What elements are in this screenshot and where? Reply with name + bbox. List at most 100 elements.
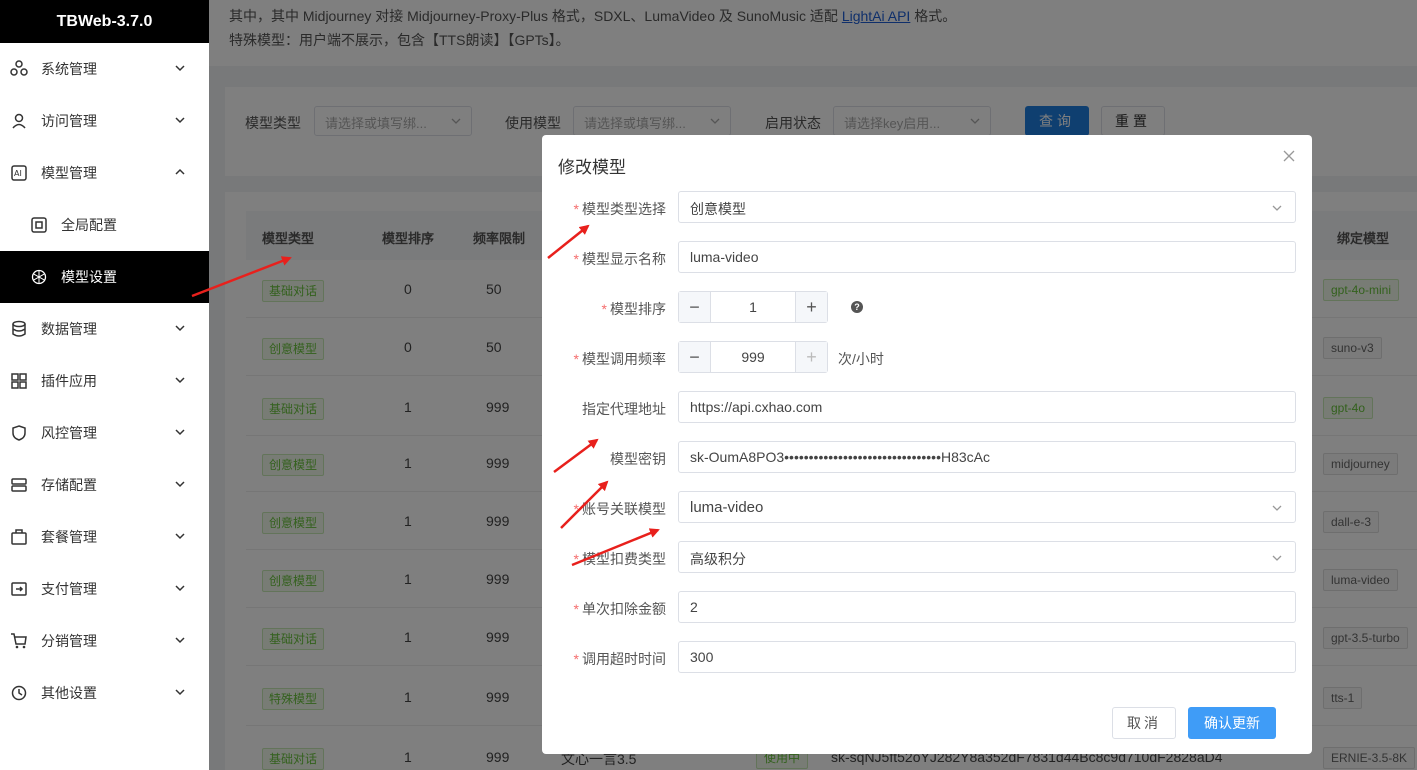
label-text: 单次扣除金额 xyxy=(582,601,666,617)
sidebar-item-label: 访问管理 xyxy=(41,113,97,129)
field-order: * 模型排序 − 1 + ? xyxy=(542,291,1312,323)
chevron-down-icon xyxy=(175,637,185,644)
label-text: 模型排序 xyxy=(610,301,666,317)
decrement-button[interactable]: − xyxy=(679,292,711,322)
sidebar-item-label: 模型设置 xyxy=(61,269,117,285)
user-icon xyxy=(10,112,28,130)
billing-type-dropdown[interactable]: 高级积分 xyxy=(678,541,1296,573)
frequency-stepper[interactable]: − 999 + xyxy=(678,341,828,373)
field-proxy: 指定代理地址 https://api.cxhao.com xyxy=(542,391,1312,423)
chevron-down-icon xyxy=(1272,505,1282,511)
label-text: 调用超时时间 xyxy=(582,651,666,667)
sidebar-item-label: 模型管理 xyxy=(41,165,97,181)
sidebar-item-packages[interactable]: 套餐管理 xyxy=(0,511,209,563)
storage-icon xyxy=(10,476,28,494)
dropdown-value: 创意模型 xyxy=(690,201,746,217)
chevron-down-icon xyxy=(175,481,185,488)
sidebar-item-model-settings[interactable]: 模型设置 xyxy=(0,251,209,303)
package-icon xyxy=(10,528,28,546)
field-label: * 模型类型选择 xyxy=(573,201,666,217)
app-brand: TBWeb-3.7.0 xyxy=(0,0,209,43)
sidebar-item-access[interactable]: 访问管理 xyxy=(0,95,209,147)
field-label: * 模型扣费类型 xyxy=(573,551,666,567)
label-text: 模型显示名称 xyxy=(582,251,666,267)
field-model-type: * 模型类型选择 创意模型 xyxy=(542,191,1312,223)
sidebar-item-label: 全局配置 xyxy=(61,217,117,233)
chevron-down-icon xyxy=(1272,205,1282,211)
cancel-button[interactable]: 取消 xyxy=(1112,707,1176,739)
increment-button[interactable]: + xyxy=(795,342,827,372)
field-label: * 调用超时时间 xyxy=(573,651,666,667)
field-account-model: * 账号关联模型 luma-video xyxy=(542,491,1312,523)
sidebar-item-label: 支付管理 xyxy=(41,581,97,597)
shield-icon xyxy=(10,424,28,442)
label-text: 账号关联模型 xyxy=(582,501,666,517)
dropdown-value: luma-video xyxy=(690,499,764,516)
field-label: * 模型调用频率 xyxy=(573,351,666,367)
chevron-down-icon xyxy=(175,325,185,332)
chevron-down-icon xyxy=(175,117,185,124)
chevron-down-icon xyxy=(175,377,185,384)
sidebar-item-distribution[interactable]: 分销管理 xyxy=(0,615,209,667)
sidebar-item-data[interactable]: 数据管理 xyxy=(0,303,209,355)
field-billing-type: * 模型扣费类型 高级积分 xyxy=(542,541,1312,573)
deduct-amount-input[interactable]: 2 xyxy=(678,591,1296,623)
history-icon xyxy=(10,684,28,702)
chevron-down-icon xyxy=(1272,555,1282,561)
close-icon[interactable] xyxy=(1282,149,1296,163)
label-text: 模型扣费类型 xyxy=(582,551,666,567)
field-label: * 账号关联模型 xyxy=(573,501,666,517)
sidebar-item-system[interactable]: 系统管理 xyxy=(0,43,209,95)
proxy-url-input[interactable]: https://api.cxhao.com xyxy=(678,391,1296,423)
sidebar-item-label: 其他设置 xyxy=(41,685,97,701)
field-label: * 模型排序 xyxy=(601,301,666,317)
frequency-unit: 次/小时 xyxy=(838,351,884,367)
model-key-input[interactable]: sk-OumA8PO3•••••••••••••••••••••••••••••… xyxy=(678,441,1296,473)
field-timeout: * 调用超时时间 300 xyxy=(542,641,1312,673)
timeout-input[interactable]: 300 xyxy=(678,641,1296,673)
sidebar-item-models[interactable]: AI 模型管理 xyxy=(0,147,209,199)
sidebar-item-plugins[interactable]: 插件应用 xyxy=(0,355,209,407)
chevron-down-icon xyxy=(175,65,185,72)
dialog-title: 修改模型 xyxy=(558,158,626,177)
system-icon xyxy=(10,60,28,78)
ai-icon: AI xyxy=(10,164,28,182)
help-icon[interactable]: ? xyxy=(851,301,863,313)
label-text: 模型调用频率 xyxy=(582,351,666,367)
sidebar-item-other[interactable]: 其他设置 xyxy=(0,667,209,719)
sidebar-item-storage[interactable]: 存储配置 xyxy=(0,459,209,511)
sidebar-item-risk[interactable]: 风控管理 xyxy=(0,407,209,459)
account-model-dropdown[interactable]: luma-video xyxy=(678,491,1296,523)
openai-icon xyxy=(30,268,48,286)
sidebar-item-label: 插件应用 xyxy=(41,373,97,389)
field-label: 指定代理地址 xyxy=(582,401,666,417)
label-text: 模型类型选择 xyxy=(582,201,666,217)
sidebar-item-label: 套餐管理 xyxy=(41,529,97,545)
order-stepper[interactable]: − 1 + xyxy=(678,291,828,323)
sidebar-item-label: 风控管理 xyxy=(41,425,97,441)
config-icon xyxy=(30,216,48,234)
sidebar: TBWeb-3.7.0 系统管理 访问管理 AI 模型管理 全局配置 模型设置 … xyxy=(0,0,209,770)
display-name-input[interactable]: luma-video xyxy=(678,241,1296,273)
chevron-down-icon xyxy=(175,585,185,592)
sidebar-item-label: 系统管理 xyxy=(41,61,97,77)
sidebar-item-global-config[interactable]: 全局配置 xyxy=(0,199,209,251)
database-icon xyxy=(10,320,28,338)
model-type-dropdown[interactable]: 创意模型 xyxy=(678,191,1296,223)
field-label: 模型密钥 xyxy=(610,451,666,467)
frequency-value[interactable]: 999 xyxy=(711,349,795,365)
chevron-down-icon xyxy=(175,689,185,696)
decrement-button[interactable]: − xyxy=(679,342,711,372)
sidebar-item-payment[interactable]: 支付管理 xyxy=(0,563,209,615)
cart-icon xyxy=(10,632,28,650)
apps-icon xyxy=(10,372,28,390)
field-deduct-amount: * 单次扣除金额 2 xyxy=(542,591,1312,623)
field-key: 模型密钥 sk-OumA8PO3••••••••••••••••••••••••… xyxy=(542,441,1312,473)
chevron-down-icon xyxy=(175,533,185,540)
confirm-update-button[interactable]: 确认更新 xyxy=(1188,707,1276,739)
order-value[interactable]: 1 xyxy=(711,299,795,315)
field-frequency: * 模型调用频率 − 999 + 次/小时 xyxy=(542,341,1312,373)
svg-text:AI: AI xyxy=(14,169,22,178)
field-display-name: * 模型显示名称 luma-video xyxy=(542,241,1312,273)
increment-button[interactable]: + xyxy=(795,292,827,322)
